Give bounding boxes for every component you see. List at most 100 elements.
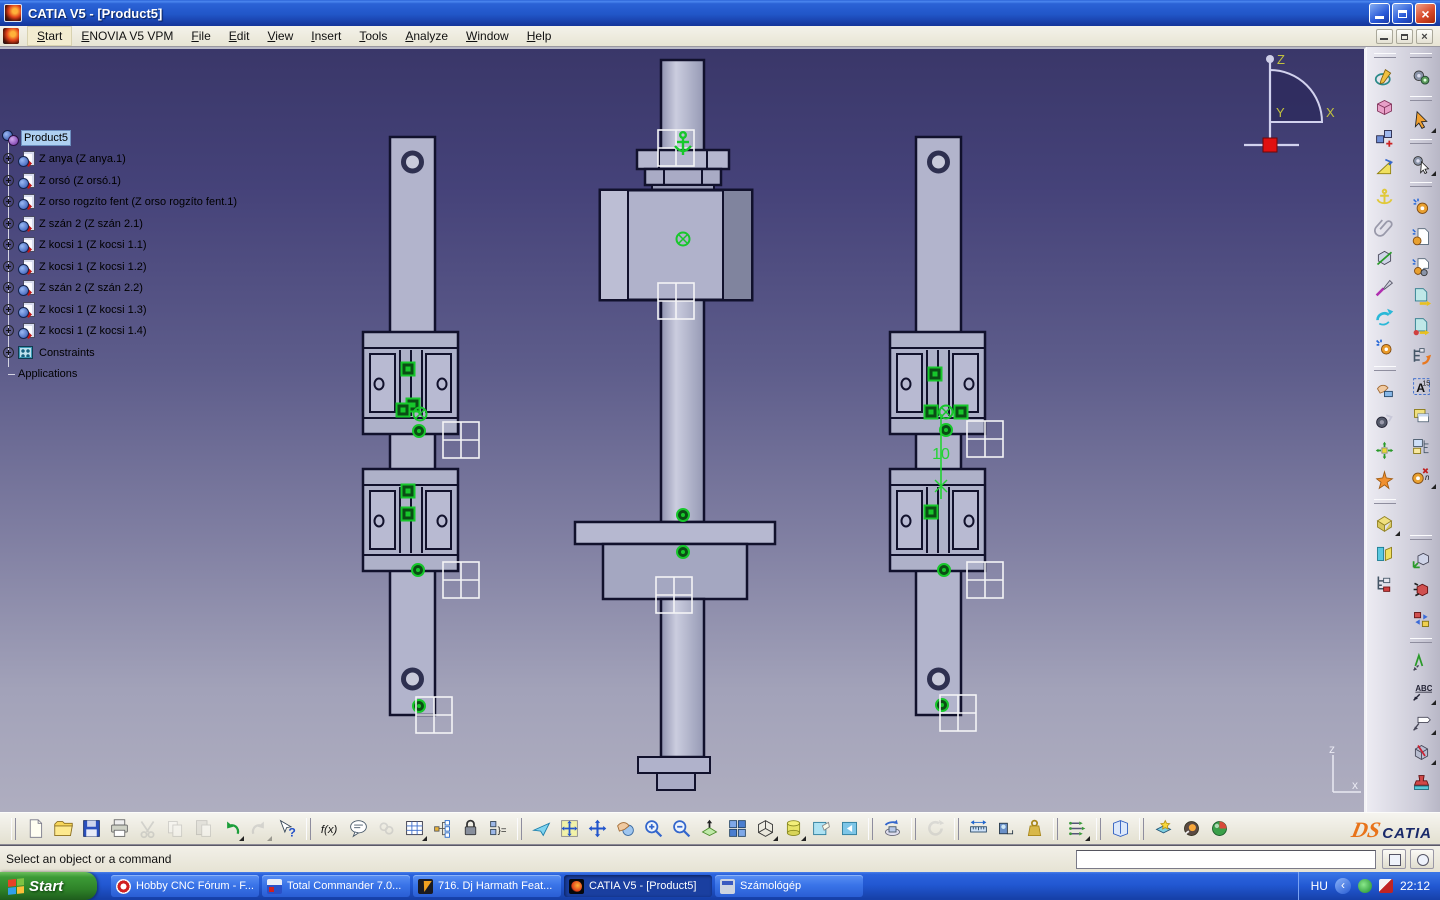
- titlebar[interactable]: CATIA V5 - [Product5] ×: [0, 0, 1440, 26]
- part-icon[interactable]: [18, 151, 35, 167]
- close-button[interactable]: ×: [1415, 3, 1436, 24]
- expand-plus-icon[interactable]: [3, 196, 14, 207]
- swap-visible-space-icon[interactable]: [835, 815, 863, 843]
- part-icon[interactable]: [18, 302, 35, 318]
- mdi-restore-button[interactable]: [1396, 29, 1413, 44]
- multi-view-icon[interactable]: [723, 815, 751, 843]
- change-constraint-icon[interactable]: [1369, 302, 1401, 332]
- toolbar-separator[interactable]: [1139, 818, 1144, 840]
- new-product-icon[interactable]: [1405, 251, 1437, 281]
- document-icon[interactable]: [3, 28, 19, 44]
- power-input-field[interactable]: [1076, 850, 1376, 869]
- lock-icon[interactable]: [456, 815, 484, 843]
- toolbar-separator[interactable]: [1410, 182, 1432, 187]
- part-solid-icon[interactable]: [1369, 92, 1401, 122]
- update-all-icon[interactable]: [1405, 62, 1437, 92]
- toolbar-separator[interactable]: [1410, 53, 1432, 58]
- expand-plus-icon[interactable]: [3, 325, 14, 336]
- toolbar-separator[interactable]: [1374, 499, 1396, 504]
- open-icon[interactable]: [49, 815, 77, 843]
- render-style-icon[interactable]: [779, 815, 807, 843]
- fix-together-icon[interactable]: [1369, 272, 1401, 302]
- part-icon[interactable]: [18, 237, 35, 253]
- part-icon[interactable]: [18, 323, 35, 339]
- catalog-browser-icon[interactable]: [1106, 815, 1134, 843]
- coincidence-constraint-icon[interactable]: [1369, 212, 1401, 242]
- clock[interactable]: 22:12: [1400, 879, 1430, 893]
- menu-view[interactable]: View: [258, 27, 302, 45]
- tree-item-applications[interactable]: Applications: [16, 367, 79, 381]
- scene-panel-icon[interactable]: [1369, 538, 1401, 568]
- tree-item-z-kocsi-1-4[interactable]: Z kocsi 1 (Z kocsi 1.4): [37, 324, 149, 338]
- tree-item-z-kocsi-1-1[interactable]: Z kocsi 1 (Z kocsi 1.1): [37, 238, 149, 252]
- existing-component-icon[interactable]: [1405, 281, 1437, 311]
- new-document-icon[interactable]: [21, 815, 49, 843]
- apply-material-icon[interactable]: [1205, 815, 1233, 843]
- formula-icon[interactable]: [316, 815, 344, 843]
- toolbar-separator[interactable]: [1410, 535, 1432, 540]
- product-root-icon[interactable]: [2, 129, 18, 145]
- undo-icon[interactable]: [217, 815, 245, 843]
- constraints-icon[interactable]: [18, 346, 33, 359]
- axis-system-icon[interactable]: [1405, 544, 1437, 574]
- comment-icon[interactable]: [344, 815, 372, 843]
- offset-dimension-label[interactable]: 10: [932, 446, 950, 463]
- menu-analyze[interactable]: Analyze: [396, 27, 457, 45]
- ball-screw-assembly[interactable]: [575, 60, 775, 790]
- enhanced-scenes-icon[interactable]: [1369, 508, 1401, 538]
- taskbar-task-calc[interactable]: Számológép: [715, 875, 863, 897]
- menu-start[interactable]: Start: [27, 26, 72, 46]
- menu-help[interactable]: Help: [518, 27, 561, 45]
- tree-item-z-kocsi-1-3[interactable]: Z kocsi 1 (Z kocsi 1.3): [37, 303, 149, 317]
- normal-view-icon[interactable]: [695, 815, 723, 843]
- component-instantiation-icon[interactable]: [1369, 122, 1401, 152]
- fit-all-in-icon[interactable]: [555, 815, 583, 843]
- turntable-icon[interactable]: [878, 815, 906, 843]
- new-part-icon[interactable]: [1405, 221, 1437, 251]
- expand-plus-icon[interactable]: [3, 304, 14, 315]
- translate-component-icon[interactable]: [1405, 574, 1437, 604]
- manage-representations-icon[interactable]: [1405, 401, 1437, 431]
- minimize-button[interactable]: [1369, 3, 1390, 24]
- constraints-list-icon[interactable]: [1063, 815, 1091, 843]
- right-rail-assembly[interactable]: [890, 137, 985, 715]
- part-icon[interactable]: [18, 194, 35, 210]
- toolbar-separator[interactable]: [1410, 638, 1432, 643]
- sectioning-icon[interactable]: [1405, 737, 1437, 767]
- whats-this-icon[interactable]: [273, 815, 301, 843]
- snap-components-icon[interactable]: [1405, 604, 1437, 634]
- toolbar-separator[interactable]: [11, 818, 16, 840]
- menu-insert[interactable]: Insert: [302, 27, 350, 45]
- mdi-close-button[interactable]: ×: [1416, 29, 1433, 44]
- angle-constraint-icon[interactable]: [1369, 152, 1401, 182]
- expand-plus-icon[interactable]: [3, 153, 14, 164]
- expand-plus-icon[interactable]: [3, 261, 14, 272]
- tree-item-z-anya[interactable]: Z anya (Z anya.1): [37, 152, 128, 166]
- mdi-minimize-button[interactable]: [1376, 29, 1393, 44]
- tree-item-constraints[interactable]: Constraints: [37, 346, 97, 360]
- fly-mode-icon[interactable]: [527, 815, 555, 843]
- taskbar-task-tc[interactable]: Total Commander 7.0...: [262, 875, 410, 897]
- menu-enovia[interactable]: ENOVIA V5 VPM: [72, 27, 182, 45]
- menu-tools[interactable]: Tools: [350, 27, 396, 45]
- toolbar-separator[interactable]: [1374, 366, 1396, 371]
- manipulation-icon[interactable]: [1369, 375, 1401, 405]
- hide-icons-chevron-icon[interactable]: ‹: [1335, 878, 1351, 894]
- expand-plus-icon[interactable]: [3, 239, 14, 250]
- fix-constraint-icon[interactable]: [1369, 182, 1401, 212]
- quick-print-icon[interactable]: [105, 815, 133, 843]
- menu-edit[interactable]: Edit: [220, 27, 259, 45]
- stop-manipulate-icon[interactable]: [1369, 465, 1401, 495]
- tree-item-product5[interactable]: Product5: [21, 130, 71, 146]
- start-button[interactable]: Start: [0, 872, 97, 900]
- clash-analysis-icon[interactable]: [1405, 767, 1437, 797]
- toolbar-separator[interactable]: [868, 818, 873, 840]
- part-icon[interactable]: [18, 259, 35, 275]
- tree-item-z-orso[interactable]: Z orsó (Z orsó.1): [37, 174, 123, 188]
- expand-power-input-button[interactable]: [1382, 849, 1406, 869]
- offset-constraint-icon[interactable]: [1369, 242, 1401, 272]
- tree-item-z-orso-rogzito-fent[interactable]: Z orso rogzíto fent (Z orso rogzíto fent…: [37, 195, 239, 209]
- part-icon[interactable]: [18, 216, 35, 232]
- language-indicator[interactable]: HU: [1311, 879, 1328, 893]
- explode-icon[interactable]: [1369, 435, 1401, 465]
